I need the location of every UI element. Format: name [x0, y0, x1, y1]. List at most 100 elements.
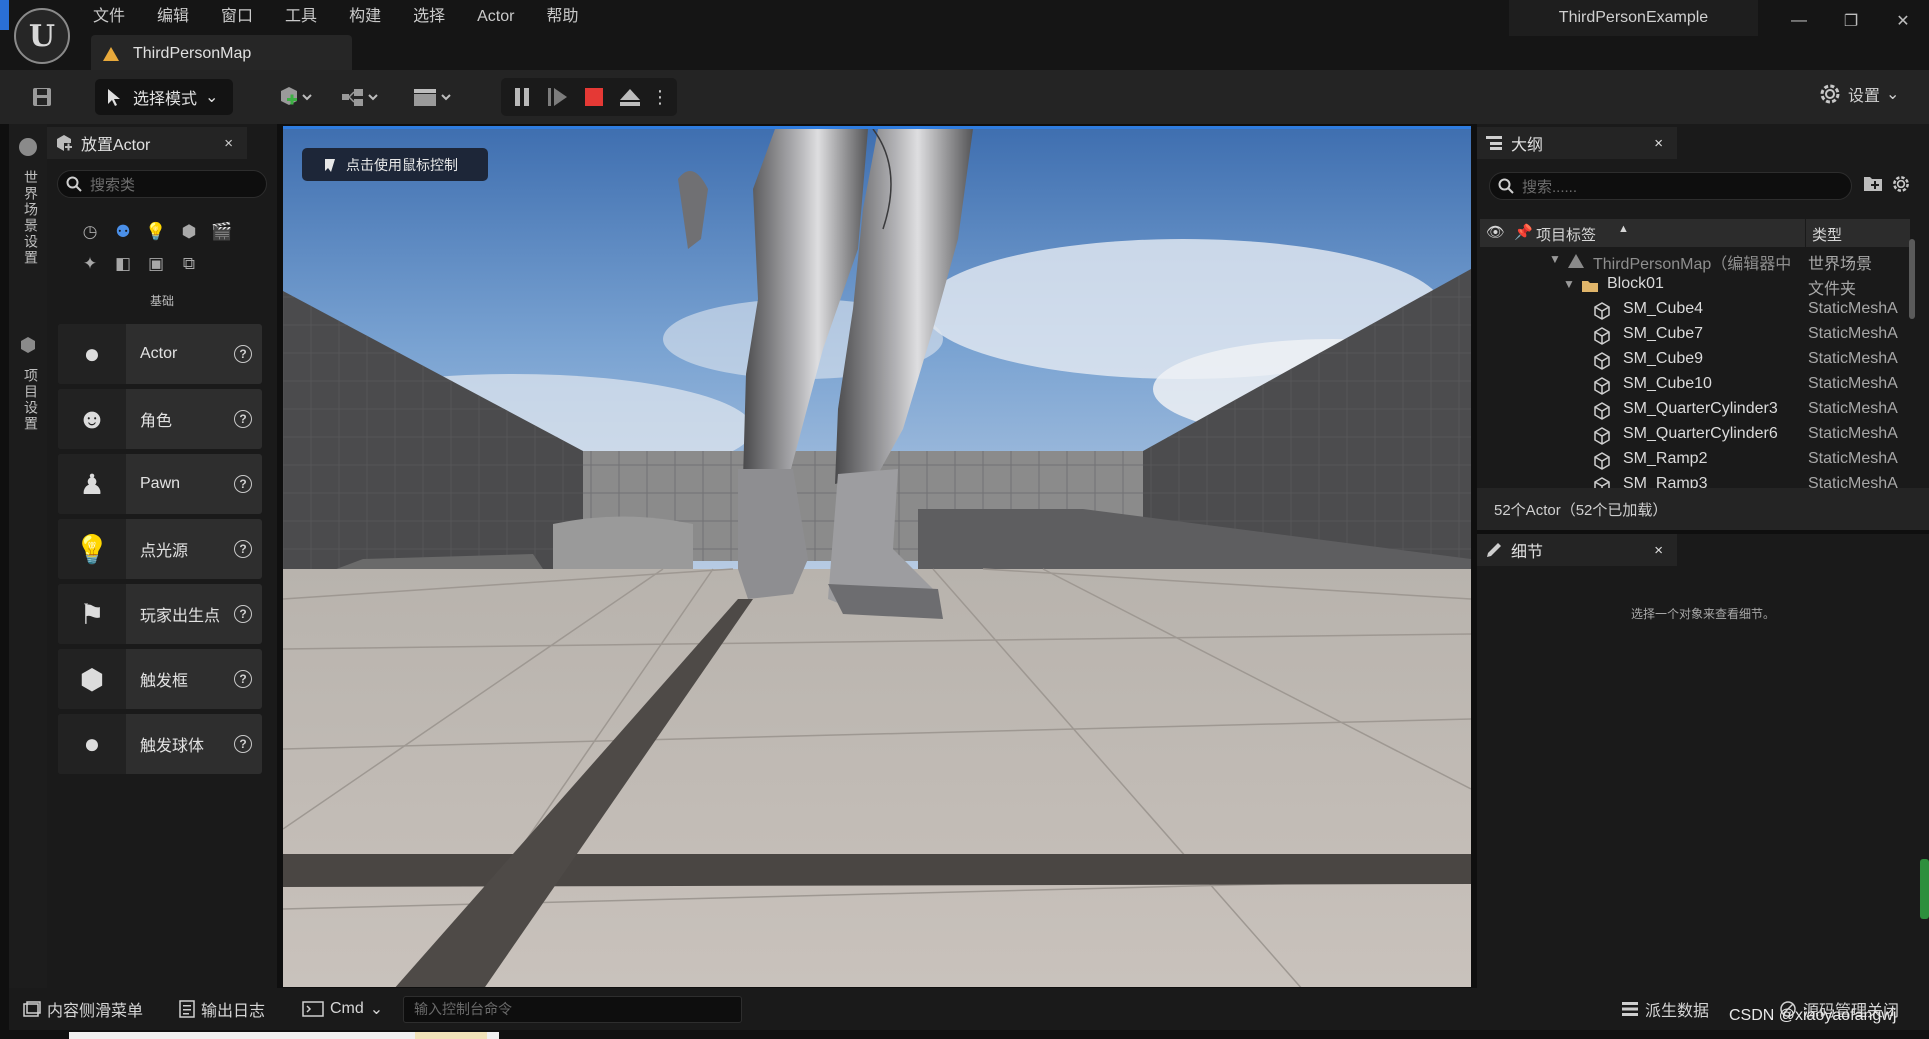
tree-row-mesh[interactable]: SM_Cube9 StaticMeshA — [1477, 348, 1929, 373]
static-mesh-icon — [1594, 402, 1610, 420]
search-placeholder: 搜索类 — [90, 176, 136, 194]
unreal-logo-icon[interactable]: U — [14, 8, 70, 64]
cinematics-button[interactable] — [408, 79, 460, 115]
column-item-label[interactable]: 项目标签 — [1536, 224, 1596, 245]
menu-file[interactable]: 文件 — [93, 5, 141, 29]
blueprint-button[interactable] — [338, 79, 388, 115]
shapes-icon[interactable]: ⬢ — [176, 219, 202, 245]
menu-tools[interactable]: 工具 — [285, 5, 333, 29]
content-drawer-button[interactable]: 内容侧滑菜单 — [23, 988, 143, 1030]
column-type[interactable]: 类型 — [1812, 224, 1842, 245]
selection-mode-dropdown[interactable]: 选择模式 ⌄ — [95, 79, 233, 115]
close-icon[interactable]: × — [1654, 135, 1663, 152]
tree-row-mesh[interactable]: SM_Cube7 StaticMeshA — [1477, 323, 1929, 348]
volumes-icon[interactable]: ▣ — [143, 251, 169, 277]
derived-data-button[interactable]: 派生数据 — [1621, 988, 1709, 1030]
class-search-input[interactable]: 搜索类 — [57, 170, 267, 198]
pin-icon[interactable]: 📌 — [1514, 223, 1533, 241]
recent-icon[interactable]: ◷ — [77, 219, 103, 245]
gear-icon[interactable] — [1891, 174, 1913, 196]
project-settings-tab[interactable]: 项目设置 — [21, 368, 41, 432]
close-icon[interactable]: × — [224, 135, 233, 152]
actor-item-trigger-box[interactable]: ⬢ 触发框 ? — [58, 649, 262, 709]
restore-button[interactable]: ❐ — [1831, 6, 1871, 36]
stop-button[interactable] — [577, 79, 611, 115]
save-icon — [33, 88, 51, 106]
outliner-search-input[interactable]: 搜索...... — [1489, 172, 1852, 200]
minimize-button[interactable]: — — [1779, 6, 1819, 36]
tree-row-world[interactable]: ▼ ThirdPersonMap（编辑器中 世界场景 — [1477, 248, 1929, 273]
close-window-button[interactable]: ✕ — [1883, 6, 1923, 36]
level-viewport[interactable]: 点击使用鼠标控制 — [283, 126, 1471, 987]
tab-details[interactable]: 细节 × — [1477, 534, 1677, 566]
geometry-icon[interactable]: ◧ — [110, 251, 136, 277]
tree-row-type: StaticMeshA — [1808, 300, 1898, 317]
basic-icon[interactable]: ⚉ — [110, 219, 136, 245]
save-button[interactable] — [22, 79, 62, 115]
console-command-input[interactable]: 输入控制台命令 — [403, 996, 742, 1023]
settings-button[interactable]: 设置 ⌄ — [1818, 82, 1899, 106]
mouse-control-hint[interactable]: 点击使用鼠标控制 — [302, 148, 488, 181]
tab-outliner[interactable]: 大纲 × — [1477, 127, 1677, 159]
close-icon[interactable]: × — [1654, 542, 1663, 559]
more-options-icon[interactable]: ⋮ — [647, 79, 673, 115]
help-icon[interactable]: ? — [234, 475, 252, 493]
menu-build[interactable]: 构建 — [349, 5, 397, 29]
actor-item-trigger-sphere[interactable]: ● 触发球体 ? — [58, 714, 262, 774]
actor-item-character[interactable]: ☻ 角色 ? — [58, 389, 262, 449]
visibility-eye-icon[interactable]: 👁 — [1486, 223, 1505, 241]
help-icon[interactable]: ? — [234, 735, 252, 753]
help-icon[interactable]: ? — [234, 605, 252, 623]
tree-row-mesh[interactable]: SM_QuarterCylinder6 StaticMeshA — [1477, 423, 1929, 448]
tree-row-mesh[interactable]: SM_QuarterCylinder3 StaticMeshA — [1477, 398, 1929, 423]
taskbar-strip — [0, 1030, 1929, 1039]
tree-row-mesh[interactable]: SM_Ramp3 StaticMeshA — [1477, 473, 1929, 488]
blueprint-icon — [342, 89, 378, 106]
expand-arrow-icon[interactable]: ▼ — [1549, 252, 1561, 266]
cmd-dropdown[interactable]: Cmd ⌄ — [302, 988, 383, 1030]
help-icon[interactable]: ? — [234, 670, 252, 688]
add-actor-button[interactable] — [270, 79, 320, 115]
help-icon[interactable]: ? — [234, 540, 252, 558]
help-icon[interactable]: ? — [234, 345, 252, 363]
world-settings-tab[interactable]: 世界场景设置 — [21, 170, 41, 266]
output-log-button[interactable]: 输出日志 — [179, 988, 265, 1030]
clapperboard-icon — [414, 89, 451, 106]
actor-item-point-light[interactable]: 💡 点光源 ? — [58, 519, 262, 579]
actor-item-player-start[interactable]: ⚑ 玩家出生点 ? — [58, 584, 262, 644]
help-icon[interactable]: ? — [234, 410, 252, 428]
globe-icon — [19, 138, 37, 156]
tree-row-mesh[interactable]: SM_Cube4 StaticMeshA — [1477, 298, 1929, 323]
settings-label: 设置 — [1848, 88, 1881, 105]
eject-button[interactable] — [613, 79, 647, 115]
menu-help[interactable]: 帮助 — [546, 5, 594, 29]
menu-edit[interactable]: 编辑 — [157, 5, 205, 29]
tab-place-actor[interactable]: 放置Actor × — [47, 127, 247, 159]
search-placeholder: 搜索...... — [1522, 178, 1578, 196]
actor-item-pawn[interactable]: ♟ Pawn ? — [58, 454, 262, 514]
expand-arrow-icon[interactable]: ▼ — [1563, 277, 1575, 291]
tab-map[interactable]: ThirdPersonMap — [91, 35, 352, 72]
outliner-scrollbar[interactable] — [1909, 239, 1915, 319]
pause-button[interactable] — [505, 79, 539, 115]
tree-row-folder[interactable]: ▼ Block01 文件夹 — [1477, 273, 1929, 298]
tree-row-mesh[interactable]: SM_Ramp2 StaticMeshA — [1477, 448, 1929, 473]
all-classes-icon[interactable]: ⧉ — [176, 251, 202, 277]
cinematic-icon[interactable]: 🎬 — [209, 219, 235, 245]
project-settings-icon — [19, 336, 37, 354]
lights-icon[interactable]: 💡 — [143, 219, 169, 245]
add-folder-icon[interactable] — [1863, 174, 1885, 196]
tree-row-mesh[interactable]: SM_Cube10 StaticMeshA — [1477, 373, 1929, 398]
play-controls: ⋮ — [501, 78, 677, 116]
menu-window[interactable]: 窗口 — [221, 5, 269, 29]
menu-select[interactable]: 选择 — [413, 5, 461, 29]
place-actor-title: 放置Actor — [81, 137, 151, 154]
visual-effects-icon[interactable]: ✦ — [77, 251, 103, 277]
menu-actor[interactable]: Actor — [477, 5, 530, 29]
tree-row-type: StaticMeshA — [1808, 350, 1898, 367]
static-mesh-icon — [1594, 327, 1610, 345]
chevron-down-icon: ⌄ — [1886, 86, 1900, 103]
step-forward-icon — [548, 88, 567, 106]
step-button[interactable] — [541, 79, 575, 115]
actor-item-actor[interactable]: ● Actor ? — [58, 324, 262, 384]
